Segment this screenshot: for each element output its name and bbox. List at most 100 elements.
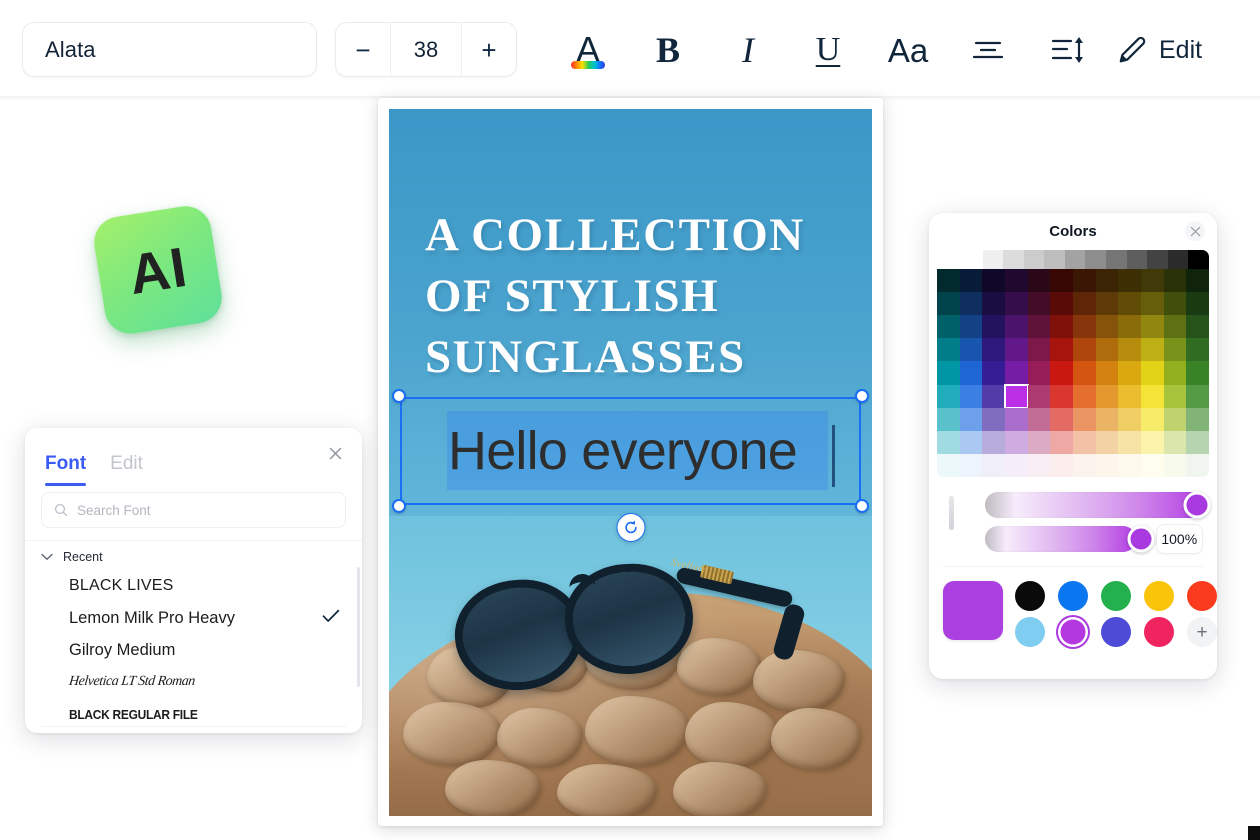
tab-font[interactable]: Font: [45, 453, 87, 486]
color-swatch[interactable]: [982, 269, 1005, 293]
color-swatch[interactable]: [937, 453, 960, 477]
color-swatch[interactable]: [982, 430, 1005, 454]
color-swatch[interactable]: [937, 407, 960, 431]
line-spacing-button[interactable]: [1028, 18, 1108, 82]
resize-handle-bottom-left[interactable]: [392, 499, 406, 513]
color-swatch[interactable]: [1050, 407, 1073, 431]
slider-grip-handle[interactable]: [949, 496, 954, 530]
color-swatch[interactable]: [1027, 292, 1051, 316]
color-swatch[interactable]: [1186, 361, 1209, 385]
resize-handle-top-right[interactable]: [855, 389, 869, 403]
preset-color-swatch[interactable]: [1015, 617, 1045, 647]
color-swatch[interactable]: [982, 453, 1005, 477]
poster-heading[interactable]: A COLLECTION OF STYLISH SUNGLASSES: [425, 205, 845, 388]
color-swatch[interactable]: [1186, 453, 1209, 477]
color-swatch[interactable]: [1118, 338, 1141, 362]
selected-text-element[interactable]: Hello everyone: [392, 389, 869, 542]
color-swatch[interactable]: [1095, 269, 1119, 293]
color-swatch[interactable]: [1027, 453, 1051, 477]
color-swatch[interactable]: [1004, 292, 1028, 316]
font-name-input[interactable]: Alata: [22, 22, 317, 77]
selected-text-value[interactable]: Hello everyone: [448, 413, 832, 488]
align-center-button[interactable]: [948, 18, 1028, 82]
color-swatch[interactable]: [937, 384, 960, 408]
grayscale-swatch[interactable]: [1064, 250, 1086, 269]
color-swatch[interactable]: [1140, 292, 1164, 316]
color-swatch[interactable]: [1072, 269, 1096, 293]
color-swatch[interactable]: [1050, 430, 1073, 454]
preset-color-swatch[interactable]: [1101, 581, 1131, 611]
color-swatch[interactable]: [1004, 453, 1028, 477]
color-swatch[interactable]: [1004, 407, 1028, 431]
color-swatch[interactable]: [959, 453, 983, 477]
ai-badge[interactable]: AI: [90, 202, 226, 338]
color-swatch[interactable]: [1027, 361, 1051, 385]
color-swatch[interactable]: [1186, 430, 1209, 454]
color-swatch[interactable]: [1027, 430, 1051, 454]
color-swatch[interactable]: [1050, 315, 1073, 339]
grayscale-swatch[interactable]: [1044, 250, 1065, 269]
color-swatch[interactable]: [1186, 338, 1209, 362]
color-swatch[interactable]: [1163, 384, 1187, 408]
grayscale-swatch[interactable]: [1085, 250, 1107, 269]
color-swatch[interactable]: [1004, 361, 1028, 385]
color-swatch[interactable]: [1163, 338, 1187, 362]
rotate-handle-button[interactable]: [616, 513, 645, 542]
font-group-recent[interactable]: Recent: [25, 541, 362, 570]
color-swatch[interactable]: [1095, 338, 1119, 362]
text-color-button[interactable]: A: [548, 18, 628, 82]
color-swatch[interactable]: [1186, 292, 1209, 316]
color-swatch[interactable]: [1050, 453, 1073, 477]
poster-artboard[interactable]: A COLLECTION OF STYLISH SUNGLASSES Svell…: [389, 109, 872, 816]
color-swatch[interactable]: [959, 338, 983, 362]
preset-color-swatch[interactable]: [1144, 581, 1174, 611]
add-color-button[interactable]: +: [1187, 617, 1217, 647]
preset-color-swatch[interactable]: [1058, 581, 1088, 611]
color-swatch[interactable]: [959, 407, 983, 431]
color-swatch[interactable]: [1095, 407, 1119, 431]
color-swatch[interactable]: [1050, 269, 1073, 293]
grayscale-swatch[interactable]: [1167, 250, 1189, 269]
sunglasses-photo[interactable]: Svellans: [389, 516, 872, 816]
color-swatch[interactable]: [1163, 269, 1187, 293]
color-swatch[interactable]: [1186, 315, 1209, 339]
color-swatch[interactable]: [1095, 384, 1119, 408]
color-swatch[interactable]: [1003, 383, 1029, 409]
color-swatch[interactable]: [982, 407, 1005, 431]
color-swatch[interactable]: [1050, 292, 1073, 316]
color-swatch[interactable]: [1118, 407, 1141, 431]
color-swatch[interactable]: [1027, 269, 1051, 293]
bold-button[interactable]: B: [628, 18, 708, 82]
color-swatch[interactable]: [1095, 361, 1119, 385]
grayscale-swatch[interactable]: [1188, 250, 1209, 269]
color-swatch[interactable]: [1186, 407, 1209, 431]
color-swatch[interactable]: [1050, 384, 1073, 408]
brightness-slider[interactable]: [985, 491, 1211, 519]
color-swatch[interactable]: [959, 361, 983, 385]
underline-button[interactable]: U: [788, 18, 868, 82]
grayscale-swatch[interactable]: [1126, 250, 1148, 269]
preset-color-swatch[interactable]: [1101, 617, 1131, 647]
color-swatch[interactable]: [1004, 338, 1028, 362]
hue-grid[interactable]: [937, 269, 1209, 477]
color-swatch[interactable]: [937, 315, 960, 339]
color-swatch[interactable]: [1050, 361, 1073, 385]
edit-button[interactable]: Edit: [1108, 33, 1202, 67]
color-swatch[interactable]: [982, 338, 1005, 362]
font-list-item[interactable]: Lemon Milk Pro Heavy: [25, 602, 362, 634]
grayscale-swatch[interactable]: [962, 250, 983, 269]
color-swatch[interactable]: [1186, 269, 1209, 293]
color-swatch[interactable]: [1118, 315, 1141, 339]
color-swatch[interactable]: [1163, 292, 1187, 316]
color-swatch[interactable]: [1072, 384, 1096, 408]
color-swatch[interactable]: [1072, 453, 1096, 477]
color-swatch[interactable]: [1163, 430, 1187, 454]
color-swatch[interactable]: [1095, 315, 1119, 339]
font-list-scrollbar[interactable]: [357, 567, 360, 687]
preset-color-swatch[interactable]: [1144, 617, 1174, 647]
preset-color-swatch[interactable]: [1058, 617, 1088, 647]
color-swatch[interactable]: [1140, 361, 1164, 385]
color-swatch[interactable]: [1072, 315, 1096, 339]
font-list-item[interactable]: BLACK LIVES: [25, 570, 362, 602]
color-swatch[interactable]: [1163, 453, 1187, 477]
